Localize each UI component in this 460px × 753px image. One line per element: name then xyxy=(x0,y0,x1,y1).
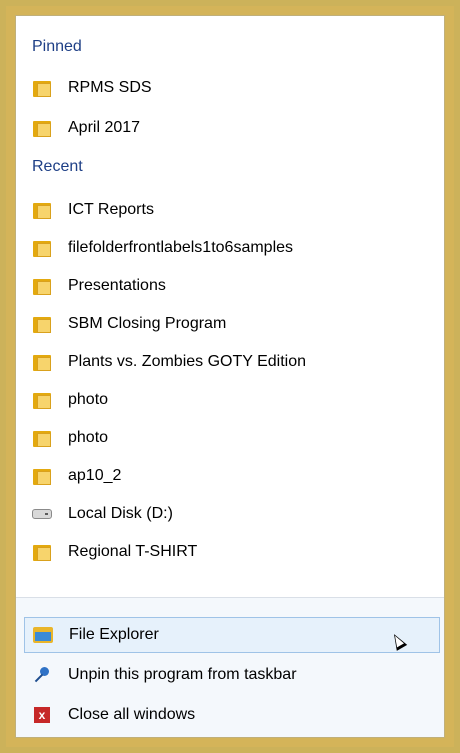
folder-icon xyxy=(32,238,52,258)
pinned-item-april-2017[interactable]: April 2017 xyxy=(32,110,440,146)
folder-icon xyxy=(32,390,52,410)
recent-item-6[interactable]: photo xyxy=(32,382,440,418)
unpin-icon xyxy=(32,665,52,685)
item-label: ap10_2 xyxy=(68,467,122,484)
item-label: Presentations xyxy=(68,277,166,294)
item-label: filefolderfrontlabels1to6samples xyxy=(68,239,294,256)
item-label: Regional T-SHIRT xyxy=(68,543,198,560)
pinned-item-rpms-sds[interactable]: RPMS SDS xyxy=(32,70,440,106)
folder-icon xyxy=(32,314,52,334)
folder-icon xyxy=(32,542,52,562)
recent-item-5[interactable]: Plants vs. Zombies GOTY Edition xyxy=(32,344,440,380)
recent-item-10[interactable]: Regional T-SHIRT xyxy=(32,534,440,570)
item-label: Local Disk (D:) xyxy=(68,505,173,522)
folder-icon xyxy=(32,78,52,98)
pinned-label: Pinned xyxy=(32,38,82,55)
drive-icon xyxy=(32,504,52,524)
item-label: April 2017 xyxy=(68,119,141,136)
folder-icon xyxy=(32,352,52,372)
close-all-windows-button[interactable]: x Close all windows xyxy=(32,697,440,733)
item-label: Plants vs. Zombies GOTY Edition xyxy=(68,353,307,370)
recent-item-7[interactable]: photo xyxy=(32,420,440,456)
unpin-button[interactable]: Unpin this program from taskbar xyxy=(32,657,440,693)
recent-item-9[interactable]: Local Disk (D:) xyxy=(32,496,440,532)
folder-icon xyxy=(32,118,52,138)
item-label: ICT Reports xyxy=(68,201,154,218)
recent-item-3[interactable]: Presentations xyxy=(32,268,440,304)
folder-icon xyxy=(32,466,52,486)
folder-icon xyxy=(32,276,52,296)
file-explorer-icon xyxy=(33,625,53,645)
file-explorer-button[interactable]: File Explorer xyxy=(24,617,440,653)
close-icon: x xyxy=(32,705,52,725)
folder-icon xyxy=(32,200,52,220)
file-explorer-label: File Explorer xyxy=(69,626,159,643)
recent-label: Recent xyxy=(32,158,83,175)
recent-item-8[interactable]: ap10_2 xyxy=(32,458,440,494)
recent-item-4[interactable]: SBM Closing Program xyxy=(32,306,440,342)
item-label: RPMS SDS xyxy=(68,79,152,96)
unpin-label: Unpin this program from taskbar xyxy=(68,666,297,683)
item-label: SBM Closing Program xyxy=(68,315,227,332)
folder-icon xyxy=(32,428,52,448)
recent-header: Recent xyxy=(32,156,99,178)
item-label: photo xyxy=(68,429,109,446)
recent-item-1[interactable]: ICT Reports xyxy=(32,192,440,228)
close-all-label: Close all windows xyxy=(68,706,196,723)
pinned-header: Pinned xyxy=(32,36,98,58)
jump-list-panel: Pinned RPMS SDS April 2017 Recent ICT Re… xyxy=(15,15,445,738)
recent-item-2[interactable]: filefolderfrontlabels1to6samples xyxy=(32,230,440,266)
item-label: photo xyxy=(68,391,109,408)
